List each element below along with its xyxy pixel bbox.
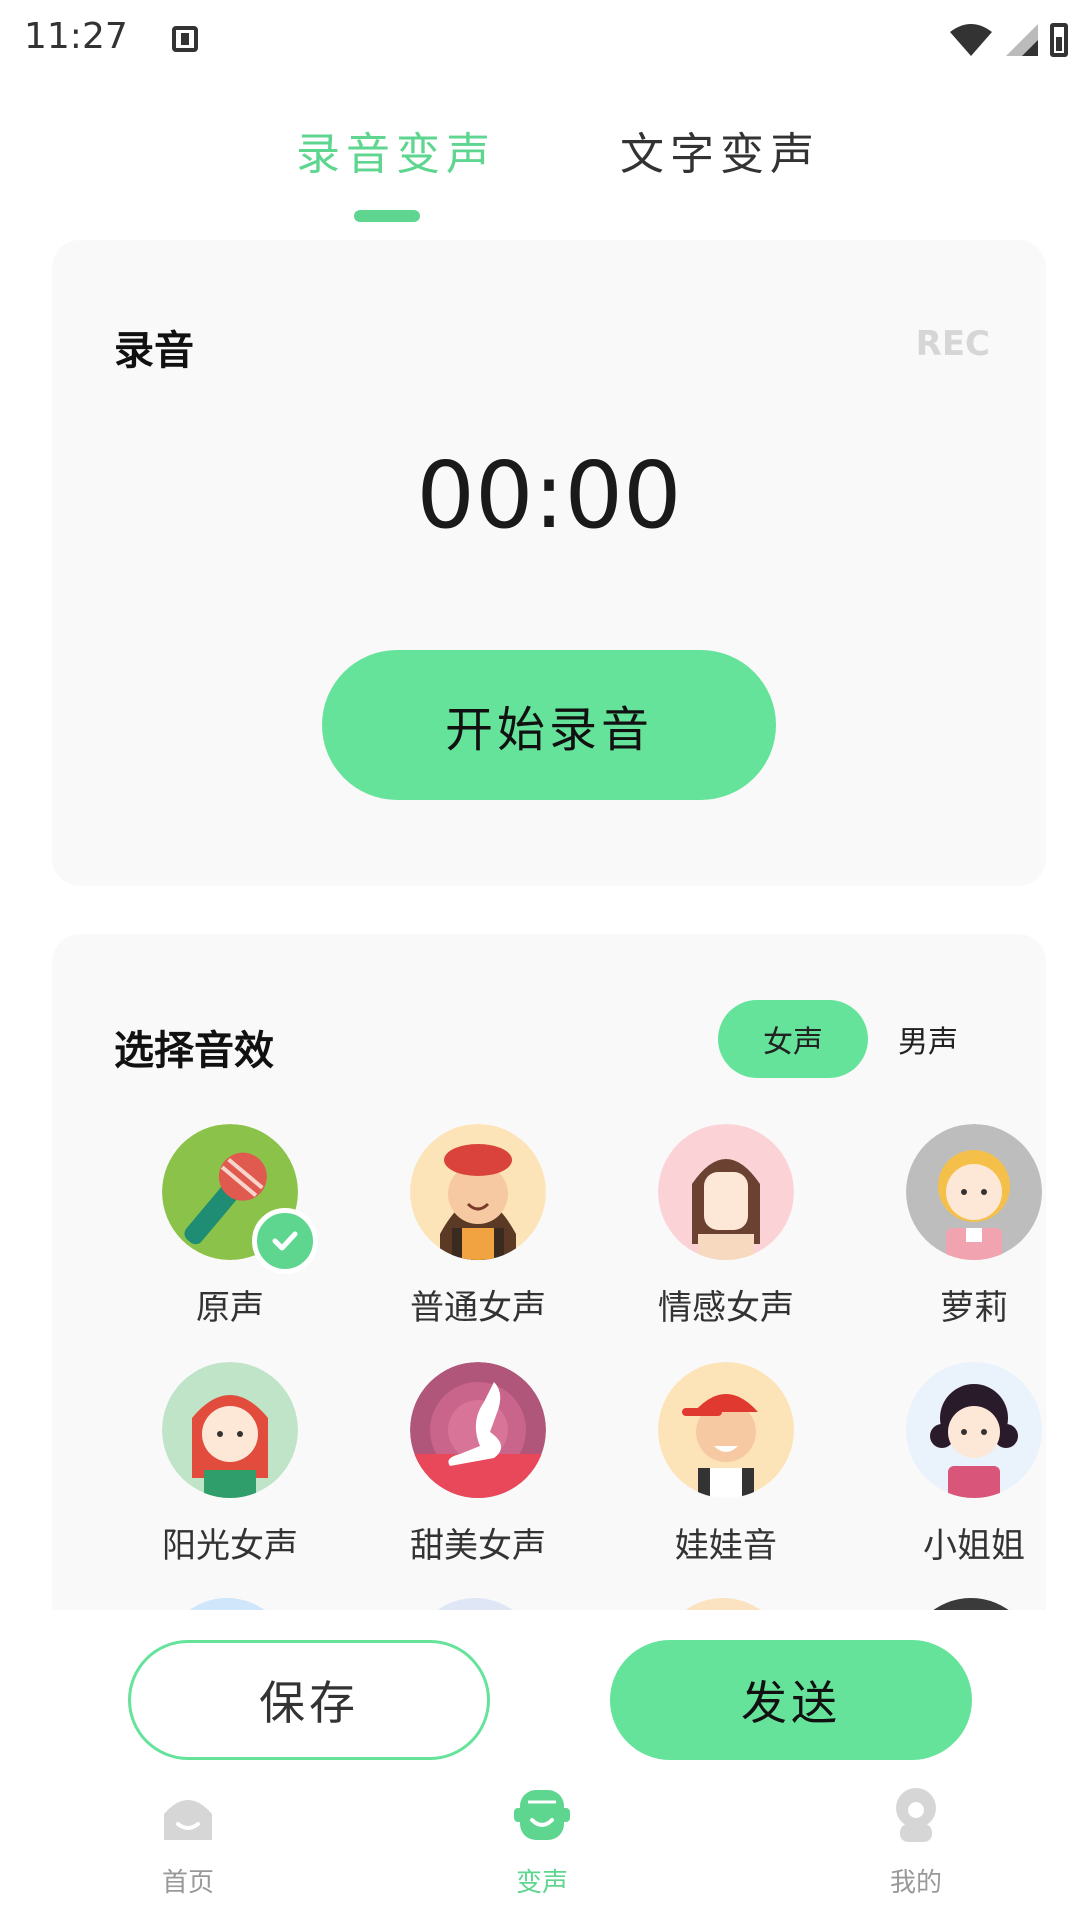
effect-loli[interactable]: 萝莉 — [854, 1124, 1046, 1344]
bottom-nav: 首页 变声 我的 — [0, 1770, 1080, 1920]
effect-sweet-female[interactable]: 甜美女声 — [358, 1362, 578, 1582]
top-tabs: 录音变声 文字变声 — [0, 118, 1080, 228]
effect-label: 娃娃音 — [675, 1526, 777, 1566]
status-time: 11:27 — [24, 16, 128, 57]
effect-original[interactable]: 原声 — [110, 1124, 330, 1344]
redhead-girl-avatar-icon — [162, 1362, 298, 1498]
effect-young-lady[interactable]: 小姐姐 — [854, 1362, 1046, 1582]
effect-label: 普通女声 — [410, 1288, 546, 1328]
female-voice-option[interactable]: 女声 — [718, 1000, 868, 1078]
effect-label: 阳光女声 — [162, 1526, 298, 1566]
profile-icon — [896, 1788, 936, 1842]
start-recording-button[interactable]: 开始录音 — [322, 650, 776, 800]
save-button[interactable]: 保存 — [128, 1640, 490, 1760]
nav-item-home[interactable]: 首页 — [108, 1770, 268, 1920]
boy-red-cap-avatar-icon — [658, 1362, 794, 1498]
blonde-girl-avatar-icon — [906, 1124, 1042, 1260]
silhouette-woman-avatar-icon — [410, 1362, 546, 1498]
battery-icon — [1050, 23, 1068, 57]
home-icon — [164, 1800, 212, 1840]
effect-label: 小姐姐 — [923, 1526, 1025, 1566]
action-bar: 保存 发送 — [0, 1610, 1080, 1770]
record-card: 录音 REC 00:00 开始录音 — [52, 240, 1046, 886]
rec-indicator: REC — [915, 324, 990, 364]
status-icons — [948, 22, 1068, 58]
effect-label: 情感女声 — [658, 1288, 794, 1328]
effect-emotional-female[interactable]: 情感女声 — [606, 1124, 826, 1344]
gender-toggle: 女声 男声 — [718, 1000, 988, 1078]
active-tab-indicator — [354, 210, 420, 222]
tab-text-voice-change[interactable]: 文字变声 — [620, 118, 820, 182]
nav-label: 我的 — [889, 1868, 942, 1898]
effects-card-title: 选择音效 — [114, 1028, 274, 1074]
selected-check-icon — [252, 1208, 318, 1274]
send-button[interactable]: 发送 — [610, 1640, 972, 1760]
tab-record-voice-change[interactable]: 录音变声 — [296, 118, 496, 182]
girl-red-beret-avatar-icon — [410, 1124, 546, 1260]
wifi-icon — [950, 24, 992, 56]
effect-baby-voice[interactable]: 娃娃音 — [606, 1362, 826, 1582]
effect-label: 甜美女声 — [410, 1526, 546, 1566]
effect-label: 萝莉 — [940, 1288, 1008, 1328]
voice-change-icon — [514, 1790, 570, 1840]
effect-label: 原声 — [196, 1288, 264, 1328]
effect-sunny-female[interactable]: 阳光女声 — [110, 1362, 330, 1582]
effect-normal-female[interactable]: 普通女声 — [358, 1124, 578, 1344]
nav-item-voice-change[interactable]: 变声 — [462, 1770, 622, 1920]
male-voice-option[interactable]: 男声 — [868, 1000, 988, 1078]
long-hair-girl-avatar-icon — [658, 1124, 794, 1260]
signal-icon — [1006, 24, 1038, 56]
nav-label: 首页 — [161, 1868, 214, 1898]
nav-label: 变声 — [515, 1868, 568, 1898]
dark-hair-girl-avatar-icon — [906, 1362, 1042, 1498]
status-bar: 11:27 — [0, 0, 1080, 80]
recording-timer: 00:00 — [416, 442, 682, 549]
notification-icon — [172, 26, 198, 52]
record-card-title: 录音 — [114, 328, 194, 374]
nav-item-profile[interactable]: 我的 — [836, 1770, 996, 1920]
